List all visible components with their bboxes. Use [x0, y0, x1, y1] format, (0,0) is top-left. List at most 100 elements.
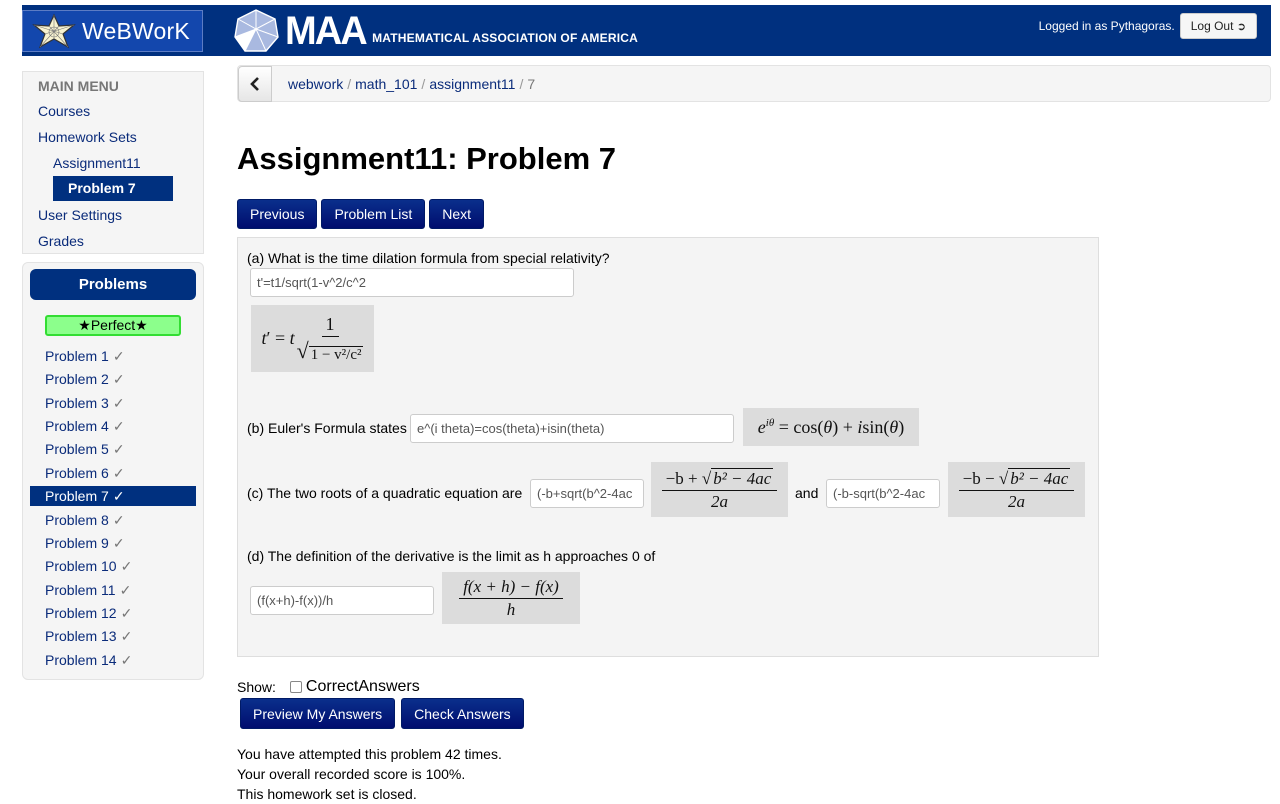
question-c-prompt: (c) The two roots of a quadratic equatio…	[247, 485, 523, 501]
preview-c1-radicand: b² − 4ac	[711, 467, 774, 488]
answer-b-input[interactable]	[410, 414, 734, 443]
correct-answers-label[interactable]: CorrectAnswers	[306, 678, 420, 696]
page-title: Assignment11: Problem 7	[237, 141, 617, 176]
logged-in-text: Logged in as Pythagoras.	[1038, 19, 1175, 33]
correct-answers-checkbox[interactable]	[289, 681, 302, 693]
score-text: Your overall recorded score is 100%.	[237, 766, 466, 782]
preview-c2-denominator: 2a	[1008, 491, 1025, 511]
breadcrumb-separator: /	[421, 76, 426, 92]
menu-item-user-settings[interactable]: User Settings	[38, 207, 122, 223]
problem-link[interactable]: Problem 11 ✓	[45, 582, 131, 599]
menu-item-problem-7[interactable]: Problem 7	[53, 176, 173, 201]
back-button[interactable]	[238, 66, 272, 102]
answer-a-input[interactable]	[250, 268, 574, 297]
answer-d-preview: f(x + h) − f(x) h	[442, 572, 580, 624]
maa-polyhedron-icon	[234, 9, 279, 52]
webwork-star-icon	[32, 13, 76, 49]
problem-link[interactable]: Problem 10 ✓	[45, 558, 132, 575]
breadcrumb-course[interactable]: math_101	[355, 76, 417, 92]
chevron-left-icon	[250, 77, 259, 91]
next-button[interactable]: Next	[429, 199, 485, 229]
check-mark-icon: ✓	[112, 371, 125, 387]
breadcrumb-set[interactable]: assignment11	[429, 76, 515, 92]
logout-button[interactable]: Log Out ➲	[1179, 13, 1257, 39]
problem-link[interactable]: Problem 1 ✓	[45, 348, 125, 365]
check-mark-icon: ✓	[112, 441, 125, 457]
problem-link-label: Problem 3	[45, 395, 109, 411]
problem-link[interactable]: Problem 7 ✓	[30, 486, 196, 506]
preview-a-numerator: 1	[321, 314, 339, 337]
webwork-logo[interactable]: WeBWorK	[22, 10, 203, 52]
problem-link[interactable]: Problem 13 ✓	[45, 628, 132, 645]
problem-link[interactable]: Problem 14 ✓	[45, 652, 132, 669]
breadcrumb-webwork[interactable]: webwork	[288, 76, 343, 92]
check-mark-icon: ✓	[112, 418, 125, 434]
show-options: Show: CorrectAnswers	[237, 678, 420, 696]
check-mark-icon: ✓	[112, 348, 125, 364]
problem-link[interactable]: Problem 3 ✓	[45, 395, 125, 412]
problem-link-label: Problem 4	[45, 418, 109, 434]
answer-c1-preview: −b + √ b² − 4ac 2a	[651, 462, 788, 517]
problem-body: (a) What is the time dilation formula fr…	[237, 237, 1099, 657]
preview-answers-button[interactable]: Preview My Answers	[240, 698, 396, 729]
problem-navigation: Previous Problem List Next	[237, 199, 485, 229]
breadcrumb-current: 7	[527, 76, 536, 92]
main-menu-heading: MAIN MENU	[38, 78, 119, 94]
preview-c2-num-prefix: −b −	[962, 468, 999, 488]
maa-logo[interactable]: MAA MATHEMATICAL ASSOCIATION OF AMERICA	[233, 8, 638, 54]
answer-actions: Preview My Answers Check Answers	[240, 698, 524, 729]
logout-label: Log Out	[1190, 19, 1234, 33]
problem-list-button[interactable]: Problem List	[321, 199, 426, 229]
check-mark-icon: ✓	[112, 488, 125, 504]
answer-c1-input[interactable]	[530, 479, 644, 508]
breadcrumb-bar: webwork / math_101/assignment11/7	[237, 65, 1271, 102]
sign-out-icon: ➲	[1236, 21, 1246, 33]
preview-a-radicand: 1 − v²/c²	[308, 345, 364, 363]
problem-link-label: Problem 5	[45, 441, 109, 457]
menu-item-assignment11[interactable]: Assignment11	[53, 155, 141, 171]
problem-link-label: Problem 14	[45, 652, 117, 668]
problem-link[interactable]: Problem 8 ✓	[45, 512, 125, 529]
problem-link[interactable]: Problem 9 ✓	[45, 535, 125, 552]
check-mark-icon: ✓	[112, 465, 125, 481]
question-b-prompt: (b) Euler's Formula states	[247, 420, 407, 436]
problem-link-label: Problem 9	[45, 535, 109, 551]
problem-link[interactable]: Problem 6 ✓	[45, 465, 125, 482]
problem-link-label: Problem 8	[45, 512, 109, 528]
attempt-status: You have attempted this problem 42 times…	[237, 744, 502, 804]
preview-c1-num-prefix: −b +	[665, 468, 702, 488]
top-banner: WeBWorK MAA MATHEMATICAL ASSOCIATION OF …	[22, 5, 1271, 56]
preview-d-numerator: f(x + h) − f(x)	[459, 577, 563, 599]
problem-link-label: Problem 1	[45, 348, 109, 364]
menu-item-homework-sets[interactable]: Homework Sets	[38, 129, 137, 145]
question-d-prompt: (d) The definition of the derivative is …	[247, 548, 656, 564]
check-mark-icon: ✓	[119, 582, 132, 598]
check-mark-icon: ✓	[120, 605, 133, 621]
login-info: Logged in as Pythagoras. Log Out ➲	[1039, 13, 1257, 39]
check-answers-button[interactable]: Check Answers	[401, 698, 524, 729]
breadcrumb-separator: /	[519, 76, 524, 92]
answer-c2-preview: −b − √ b² − 4ac 2a	[948, 462, 1085, 517]
org-full-name: MATHEMATICAL ASSOCIATION OF AMERICA	[372, 31, 638, 45]
org-short-name: MAA	[285, 9, 368, 53]
question-a-prompt: (a) What is the time dilation formula fr…	[247, 250, 610, 266]
problem-link[interactable]: Problem 5 ✓	[45, 441, 125, 458]
set-closed-text: This homework set is closed.	[237, 786, 417, 802]
attempts-text: You have attempted this problem 42 times…	[237, 746, 502, 762]
problem-link[interactable]: Problem 2 ✓	[45, 371, 125, 388]
answer-d-input[interactable]	[250, 586, 434, 615]
problem-link-label: Problem 2	[45, 371, 109, 387]
previous-button[interactable]: Previous	[237, 199, 318, 229]
problem-link[interactable]: Problem 12 ✓	[45, 605, 132, 622]
menu-item-courses[interactable]: Courses	[38, 103, 90, 119]
menu-item-grades[interactable]: Grades	[38, 233, 84, 249]
problem-link[interactable]: Problem 4 ✓	[45, 418, 125, 435]
problem-link-label: Problem 6	[45, 465, 109, 481]
preview-c2-radicand: b² − 4ac	[1008, 467, 1071, 488]
check-mark-icon: ✓	[120, 628, 133, 644]
check-mark-icon: ✓	[112, 512, 125, 528]
answer-c2-input[interactable]	[826, 479, 940, 508]
problem-link-label: Problem 12	[45, 605, 117, 621]
breadcrumb-separator: /	[347, 76, 352, 92]
show-label: Show:	[237, 679, 276, 695]
